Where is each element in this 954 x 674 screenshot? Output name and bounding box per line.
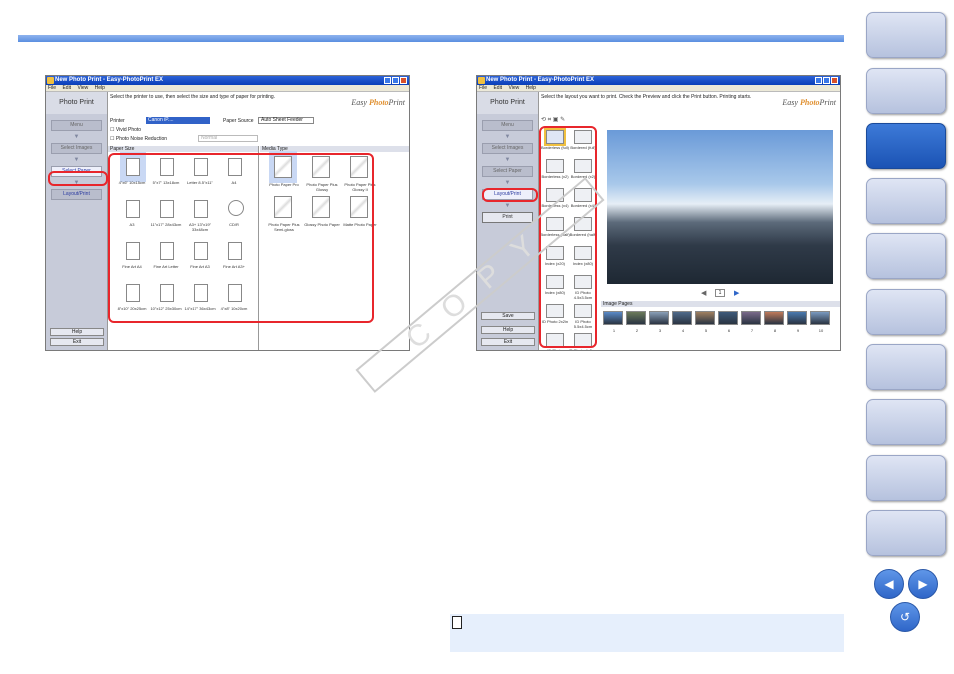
- memo-box: [450, 614, 844, 652]
- screenshot-layout-print: New Photo Print - Easy-PhotoPrint EX Fil…: [476, 75, 841, 351]
- menu-file[interactable]: File: [48, 85, 56, 91]
- vivid-photo-checkbox[interactable]: ☐ Vivid Photo: [110, 127, 141, 133]
- memo-icon: [452, 616, 462, 629]
- image-thumbnail[interactable]: [787, 311, 807, 325]
- noise-reduction-checkbox[interactable]: ☐ Photo Noise Reduction: [110, 136, 167, 142]
- nav-button-4[interactable]: [866, 178, 946, 224]
- arrow-down-icon: ▼: [504, 134, 511, 140]
- step-menu[interactable]: Menu: [482, 120, 533, 131]
- close-icon[interactable]: [400, 77, 407, 84]
- menu-bar: File Edit View Help: [477, 85, 840, 92]
- crop-icon[interactable]: ⌗: [548, 117, 551, 123]
- arrow-down-icon: ▼: [504, 157, 511, 163]
- paper-source-select[interactable]: Auto Sheet Feeder: [258, 117, 314, 124]
- nav-button-9[interactable]: [866, 455, 946, 501]
- menu-view[interactable]: View: [77, 85, 88, 91]
- image-thumbnail[interactable]: [672, 311, 692, 325]
- printer-label: Printer: [110, 118, 125, 124]
- nav-button-7[interactable]: [866, 344, 946, 390]
- paper-size-header: Paper Size: [108, 146, 258, 152]
- layout-option-label: ID Photo 4x3cm: [568, 348, 598, 351]
- noise-reduction-select[interactable]: Normal: [198, 135, 258, 142]
- next-page-icon[interactable]: ▶: [734, 289, 739, 297]
- easy-photoprint-logo: Easy PhotoPrint: [782, 98, 836, 107]
- next-page-icon[interactable]: ▶: [908, 569, 938, 599]
- exit-button[interactable]: Exit: [50, 338, 104, 346]
- step-menu[interactable]: Menu: [51, 120, 102, 131]
- thumbnail-number: 10: [818, 328, 824, 333]
- highlight-layout-print: [48, 171, 108, 186]
- save-button[interactable]: Save: [481, 312, 535, 320]
- nav-button-3[interactable]: [866, 123, 946, 169]
- window-title: New Photo Print - Easy-PhotoPrint EX: [477, 76, 840, 85]
- menu-edit[interactable]: Edit: [493, 85, 502, 91]
- instruction-text: Select the printer to use, then select t…: [110, 94, 405, 107]
- sidebar-title: Photo Print: [46, 92, 107, 114]
- paper-source-label: Paper Source: [223, 118, 254, 124]
- highlight-paper-options: [108, 153, 374, 323]
- edit-icon[interactable]: ✎: [560, 117, 565, 123]
- preview-image: [607, 130, 833, 284]
- menu-view[interactable]: View: [508, 85, 519, 91]
- printer-select[interactable]: Canon iP....: [146, 117, 210, 124]
- minimize-icon[interactable]: [815, 77, 822, 84]
- menu-file[interactable]: File: [479, 85, 487, 91]
- image-pages-header: Image Pages: [601, 301, 840, 307]
- app-icon: [478, 77, 485, 84]
- media-type-header: Media Type: [260, 146, 409, 152]
- maximize-icon[interactable]: [823, 77, 830, 84]
- layout-option-label: ID Photo 4.5x3.5cm: [547, 348, 563, 351]
- nav-button-5[interactable]: [866, 233, 946, 279]
- screenshot-paper-selection: New Photo Print - Easy-PhotoPrint EX Fil…: [45, 75, 410, 351]
- nav-button-8[interactable]: [866, 399, 946, 445]
- menu-help[interactable]: Help: [95, 85, 105, 91]
- page-number: 1: [715, 289, 725, 297]
- help-button[interactable]: Help: [481, 326, 535, 334]
- image-thumbnail[interactable]: [741, 311, 761, 325]
- highlight-print-button: [482, 188, 538, 202]
- return-icon[interactable]: ↺: [890, 602, 920, 632]
- image-thumbnail[interactable]: [649, 311, 669, 325]
- easy-photoprint-logo: Easy PhotoPrint: [351, 98, 405, 107]
- menu-bar: File Edit View Help: [46, 85, 409, 92]
- app-icon: [47, 77, 54, 84]
- minimize-icon[interactable]: [384, 77, 391, 84]
- help-button[interactable]: Help: [50, 328, 104, 336]
- step-select-images[interactable]: Select Images: [51, 143, 102, 154]
- image-thumbnail[interactable]: [718, 311, 738, 325]
- step-select-paper[interactable]: Select Paper: [482, 166, 533, 177]
- trim-icon[interactable]: ▣: [553, 117, 559, 123]
- nav-button-10[interactable]: [866, 510, 946, 556]
- nav-button-1[interactable]: [866, 12, 946, 58]
- image-thumbnail[interactable]: [603, 311, 623, 325]
- rotate-icon[interactable]: ⟲: [541, 117, 546, 123]
- image-thumbnail[interactable]: [695, 311, 715, 325]
- maximize-icon[interactable]: [392, 77, 399, 84]
- arrow-down-icon: ▼: [504, 180, 511, 186]
- step-select-images[interactable]: Select Images: [482, 143, 533, 154]
- arrow-down-icon: ▼: [73, 134, 80, 140]
- previous-page-icon[interactable]: ◀: [874, 569, 904, 599]
- sidebar-title: Photo Print: [477, 92, 538, 114]
- prev-page-icon[interactable]: ◀: [701, 289, 706, 297]
- nav-button-6[interactable]: [866, 289, 946, 335]
- sidebar: Photo Print Menu ▼ Select Images ▼ Selec…: [46, 92, 108, 350]
- instruction-text: Select the layout you want to print. Che…: [541, 94, 836, 107]
- arrow-down-icon: ▼: [504, 203, 511, 209]
- close-icon[interactable]: [831, 77, 838, 84]
- step-layout-print[interactable]: Layout/Print: [51, 189, 102, 200]
- arrow-down-icon: ▼: [73, 157, 80, 163]
- exit-button[interactable]: Exit: [481, 338, 535, 346]
- toolbar: ⟲ ⌗ ▣ ✎: [541, 116, 565, 124]
- nav-button-2[interactable]: [866, 68, 946, 114]
- menu-help[interactable]: Help: [526, 85, 536, 91]
- menu-edit[interactable]: Edit: [62, 85, 71, 91]
- image-thumbnail[interactable]: [810, 311, 830, 325]
- image-thumbnail[interactable]: [626, 311, 646, 325]
- print-button[interactable]: Print: [482, 212, 533, 223]
- header-bar: [18, 35, 844, 42]
- image-thumbnail[interactable]: [764, 311, 784, 325]
- window-title: New Photo Print - Easy-PhotoPrint EX: [46, 76, 409, 85]
